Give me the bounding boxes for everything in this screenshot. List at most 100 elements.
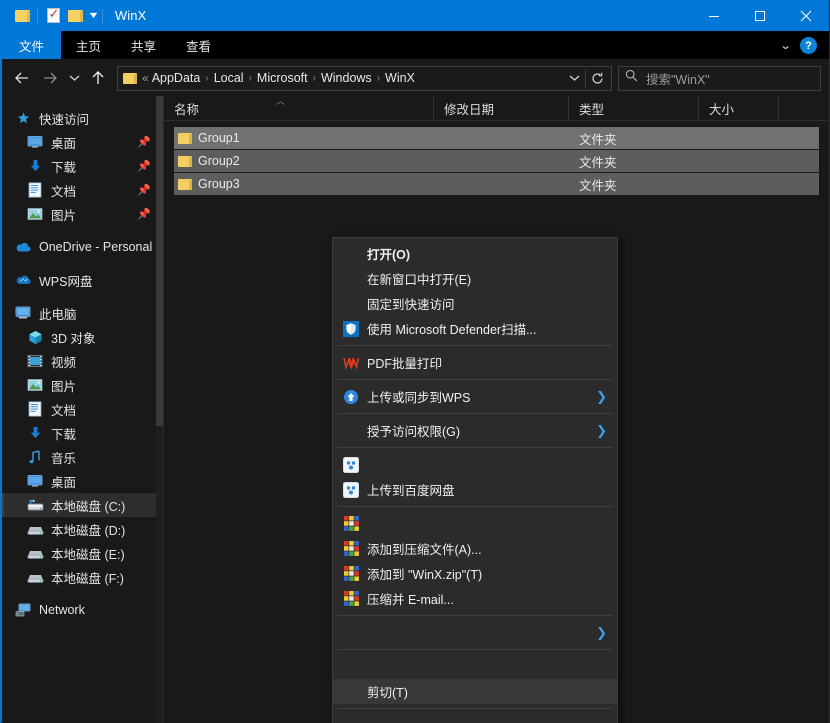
menu-item-label: 使用 Microsoft Defender扫描...: [367, 319, 617, 338]
qat-folder-icon[interactable]: [11, 5, 33, 27]
sidebar-label: 此电脑: [39, 304, 77, 323]
menu-item-upload-baidu[interactable]: [333, 452, 617, 477]
recent-locations-chevron-down-icon[interactable]: [64, 64, 84, 92]
menu-separator: [337, 649, 613, 650]
menu-item-open-new-window[interactable]: 在新窗口中打开(E): [333, 266, 617, 291]
sidebar-item-onedrive[interactable]: OneDrive - Personal: [2, 235, 163, 259]
menu-item-auto-backup-folder[interactable]: 上传到百度网盘: [333, 477, 617, 502]
sidebar-item-quick-access[interactable]: 快速访问: [2, 106, 163, 130]
close-button[interactable]: [783, 0, 829, 31]
back-button[interactable]: [8, 64, 36, 92]
sidebar-item-this-pc[interactable]: 此电脑: [2, 301, 163, 325]
main-body: 快速访问 桌面 📌 下载 📌 文档 📌: [2, 96, 829, 723]
refresh-icon[interactable]: [586, 67, 608, 90]
pin-icon[interactable]: 📌: [137, 136, 151, 149]
breadcrumb-item-local[interactable]: Local: [214, 71, 244, 85]
row-name-cell[interactable]: Group1: [174, 131, 434, 145]
sidebar-item-local-disk-f[interactable]: 本地磁盘 (F:): [2, 565, 163, 589]
table-row[interactable]: Group2 文件夹: [174, 150, 819, 172]
menu-item-defender-scan[interactable]: 使用 Microsoft Defender扫描...: [333, 316, 617, 341]
sidebar-item-3d-objects[interactable]: 3D 对象: [2, 325, 163, 349]
sidebar-scrollbar[interactable]: [156, 96, 163, 723]
column-header-date[interactable]: 修改日期: [434, 96, 569, 121]
minimize-button[interactable]: [691, 0, 737, 31]
sidebar-item-desktop-pc[interactable]: 桌面: [2, 469, 163, 493]
menu-item-grant-access[interactable]: 授予访问权限(G) ❯: [333, 418, 617, 443]
sidebar-item-desktop[interactable]: 桌面 📌: [2, 130, 163, 154]
breadcrumb-chevron-1[interactable]: ›: [249, 73, 252, 84]
breadcrumb-item-appdata[interactable]: AppData: [152, 71, 201, 85]
ribbon-tabs: 文件 主页 共享 查看 ⌄ ?: [2, 31, 829, 60]
menu-icon-placeholder: [341, 683, 361, 701]
qat-new-folder-icon[interactable]: [64, 5, 86, 27]
menu-item-upload-sync-wps[interactable]: 上传或同步到WPS ❯: [333, 384, 617, 409]
sidebar-item-downloads[interactable]: 下载 📌: [2, 154, 163, 178]
breadcrumb-item-windows[interactable]: Windows: [321, 71, 372, 85]
qat-properties-icon[interactable]: [42, 5, 64, 27]
menu-item-create-shortcut[interactable]: [333, 713, 617, 723]
breadcrumb-overflow[interactable]: «: [142, 71, 149, 85]
menu-item-open[interactable]: 打开(O): [333, 241, 617, 266]
tab-file[interactable]: 文件: [2, 31, 61, 59]
breadcrumb-item-winx[interactable]: WinX: [385, 71, 415, 85]
sidebar-item-local-disk-d[interactable]: 本地磁盘 (D:): [2, 517, 163, 541]
sidebar-item-pictures[interactable]: 图片 📌: [2, 202, 163, 226]
breadcrumb-chevron-3[interactable]: ›: [377, 73, 380, 84]
winrar-icon: [341, 515, 361, 533]
breadcrumb-item-microsoft[interactable]: Microsoft: [257, 71, 308, 85]
forward-button[interactable]: [36, 64, 64, 92]
sidebar-item-music[interactable]: 音乐: [2, 445, 163, 469]
sidebar-item-wps-cloud[interactable]: WPS网盘: [2, 268, 163, 292]
pin-icon[interactable]: 📌: [137, 208, 151, 221]
table-row[interactable]: Group3 文件夹: [174, 173, 819, 195]
ribbon-expand-chevron-down-icon[interactable]: ⌄: [779, 39, 791, 52]
up-button[interactable]: [84, 64, 112, 92]
menu-item-pin-quick-access[interactable]: 固定到快速访问: [333, 291, 617, 316]
row-name-cell[interactable]: Group3: [174, 177, 434, 191]
pin-icon[interactable]: 📌: [137, 160, 151, 173]
chevron-right-icon: ❯: [596, 625, 607, 641]
3d-objects-icon: [26, 328, 44, 346]
breadcrumb-chevron-0[interactable]: ›: [205, 73, 208, 84]
menu-item-send-to[interactable]: ❯: [333, 620, 617, 645]
sidebar-item-videos[interactable]: 视频: [2, 349, 163, 373]
menu-item-cut[interactable]: [333, 654, 617, 679]
sidebar-item-local-disk-c[interactable]: 本地磁盘 (C:): [2, 493, 163, 517]
sidebar-label: 桌面: [51, 472, 76, 491]
tab-home[interactable]: 主页: [61, 31, 116, 59]
sidebar-item-documents[interactable]: 文档 📌: [2, 178, 163, 202]
breadcrumb-chevron-2[interactable]: ›: [313, 73, 316, 84]
search-box[interactable]: 搜索"WinX": [618, 66, 821, 91]
documents-icon: [26, 181, 44, 199]
breadcrumb[interactable]: « AppData › Local › Microsoft › Windows …: [117, 66, 612, 91]
pin-icon[interactable]: 📌: [137, 184, 151, 197]
menu-item-add-to-winx-zip[interactable]: 添加到压缩文件(A)...: [333, 536, 617, 561]
address-dropdown-chevron-down-icon[interactable]: [563, 67, 585, 90]
menu-icon-placeholder: [341, 658, 361, 676]
sidebar-label: 音乐: [51, 448, 76, 467]
help-icon[interactable]: ?: [800, 37, 817, 54]
maximize-button[interactable]: [737, 0, 783, 31]
menu-icon-placeholder: [341, 295, 361, 313]
qat-customize-chevron-down-icon[interactable]: ▼: [87, 11, 99, 20]
menu-item-compress-to-winx-zip-and-email[interactable]: 压缩并 E-mail...: [333, 586, 617, 611]
menu-item-add-to-archive[interactable]: [333, 511, 617, 536]
column-header-name[interactable]: ︿ 名称: [164, 96, 434, 121]
sidebar-item-network[interactable]: Network: [2, 598, 163, 622]
menu-item-pdf-batch-print[interactable]: PDF批量打印: [333, 350, 617, 375]
menu-item-copy[interactable]: 剪切(T): [333, 679, 617, 704]
menu-item-compress-and-email[interactable]: 添加到 "WinX.zip"(T): [333, 561, 617, 586]
sidebar-scrollbar-thumb[interactable]: [156, 96, 163, 426]
tab-view[interactable]: 查看: [171, 31, 226, 59]
sidebar-item-documents-pc[interactable]: 文档: [2, 397, 163, 421]
sidebar-item-pictures-pc[interactable]: 图片: [2, 373, 163, 397]
search-input[interactable]: 搜索"WinX": [646, 69, 710, 88]
column-header-type[interactable]: 类型: [569, 96, 699, 121]
sidebar-item-local-disk-e[interactable]: 本地磁盘 (E:): [2, 541, 163, 565]
column-header-size[interactable]: 大小: [699, 96, 779, 121]
row-name-cell[interactable]: Group2: [174, 154, 434, 168]
search-icon: [625, 69, 638, 87]
tab-share[interactable]: 共享: [116, 31, 171, 59]
table-row[interactable]: Group1 文件夹: [174, 127, 819, 149]
sidebar-item-downloads-pc[interactable]: 下载: [2, 421, 163, 445]
